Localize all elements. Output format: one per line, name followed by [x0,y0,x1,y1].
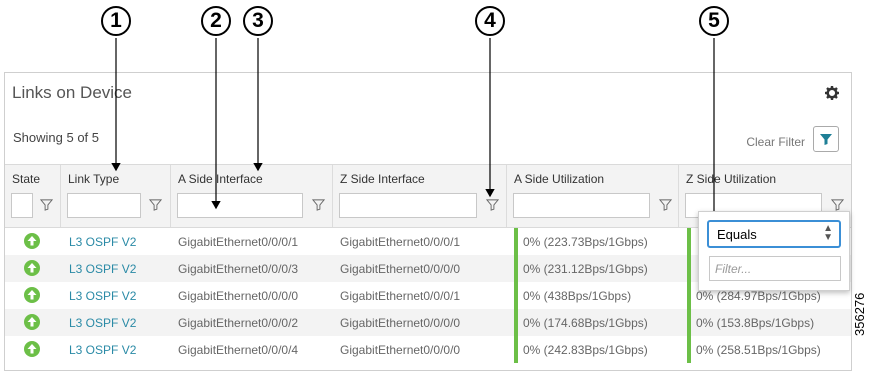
link-type-link[interactable]: L3 OSPF V2 [69,235,136,249]
arrow-up-icon [24,260,40,276]
z-side-interface-filter-input[interactable] [339,193,477,218]
filter-icon [820,134,832,145]
column-label: Link Type [68,172,120,186]
callout-4: 4 [475,6,505,36]
z-side-interface: GigabitEthernet0/0/0/0 [340,343,461,357]
a-side-utilization-bar [514,228,518,255]
z-side-utilization: 0% (153.8Bps/1Gbps) [696,316,815,330]
filter-icon[interactable] [149,198,162,211]
column-label: A Side Interface [178,172,263,186]
column-a-side-utilization: A Side Utilization [507,165,679,227]
link-type-link[interactable]: L3 OSPF V2 [69,262,136,276]
panel-title: Links on Device [12,83,133,102]
column-link-type: Link Type [61,165,171,227]
z-side-utilization-bar [687,336,691,363]
filter-operator-value: Equals [717,227,757,242]
arrow-up-icon [24,287,40,303]
a-side-utilization-bar [514,309,518,336]
a-side-utilization: 0% (174.68Bps/1Gbps) [523,316,648,330]
filter-icon[interactable] [659,198,672,211]
a-side-interface: GigabitEthernet0/0/0/1 [178,235,299,249]
gear-icon[interactable] [825,86,839,100]
filter-icon[interactable] [40,198,53,211]
arrow-up-icon [24,341,40,357]
a-side-interface: GigabitEthernet0/0/0/4 [178,343,299,357]
a-side-utilization-bar [514,336,518,363]
callout-2: 2 [201,6,231,36]
table-row: L3 OSPF V2 GigabitEthernet0/0/0/4 Gigabi… [5,336,851,363]
a-side-interface-filter-input[interactable] [177,193,303,218]
table-row: L3 OSPF V2 GigabitEthernet0/0/0/2 Gigabi… [5,309,851,336]
z-side-interface: GigabitEthernet0/0/0/0 [340,316,461,330]
column-label: State [12,172,41,186]
z-side-utilization-bar [687,282,691,309]
clear-filter-link[interactable]: Clear Filter [746,135,805,149]
column-state: State [5,165,61,227]
z-side-utilization-bar [687,228,691,255]
link-type-link[interactable]: L3 OSPF V2 [69,289,136,303]
arrow-up-icon [24,233,40,249]
a-side-utilization: 0% (223.73Bps/1Gbps) [523,235,648,249]
z-side-interface: GigabitEthernet0/0/0/1 [340,289,461,303]
showing-count: Showing 5 of 5 [13,130,100,145]
link-type-filter-input[interactable] [67,193,141,218]
z-side-utilization-bar [687,309,691,336]
z-side-interface: GigabitEthernet0/0/0/1 [340,235,461,249]
callout-3: 3 [243,6,273,36]
callout-5: 5 [699,6,729,36]
filter-icon[interactable] [831,198,844,211]
toggle-filter-button[interactable] [813,126,839,152]
z-side-utilization: 0% (284.97Bps/1Gbps) [696,289,821,303]
column-z-side-interface: Z Side Interface [333,165,507,227]
filter-icon[interactable] [312,198,325,211]
a-side-utilization: 0% (242.83Bps/1Gbps) [523,343,648,357]
filter-operator-select[interactable]: Equals ▲ ▼ [707,220,841,248]
a-side-utilization: 0% (438Bps/1Gbps) [523,289,632,303]
z-side-utilization: 0% (258.51Bps/1Gbps) [696,343,821,357]
column-label: A Side Utilization [514,172,605,186]
column-label: Z Side Interface [340,172,425,186]
filter-value-input[interactable]: Filter... [709,256,841,281]
filter-popup: Equals ▲ ▼ Filter... [698,211,850,291]
filter-icon[interactable] [486,198,499,211]
a-side-utilization-bar [514,255,518,282]
z-side-interface: GigabitEthernet0/0/0/0 [340,262,461,276]
link-type-link[interactable]: L3 OSPF V2 [69,343,136,357]
figure-id: 356276 [852,292,867,336]
a-side-utilization-filter-input[interactable] [513,193,650,218]
a-side-utilization: 0% (231.12Bps/1Gbps) [523,262,648,276]
arrow-up-icon [24,314,40,330]
state-filter-input[interactable] [11,193,33,218]
column-a-side-interface: A Side Interface [171,165,333,227]
a-side-interface: GigabitEthernet0/0/0/2 [178,316,299,330]
select-arrows-icon: ▲ ▼ [823,223,833,243]
z-side-utilization-bar [687,255,691,282]
a-side-utilization-bar [514,282,518,309]
a-side-interface: GigabitEthernet0/0/0/0 [178,289,299,303]
column-label: Z Side Utilization [686,172,777,186]
a-side-interface: GigabitEthernet0/0/0/3 [178,262,299,276]
callout-1: 1 [101,6,131,36]
link-type-link[interactable]: L3 OSPF V2 [69,316,136,330]
